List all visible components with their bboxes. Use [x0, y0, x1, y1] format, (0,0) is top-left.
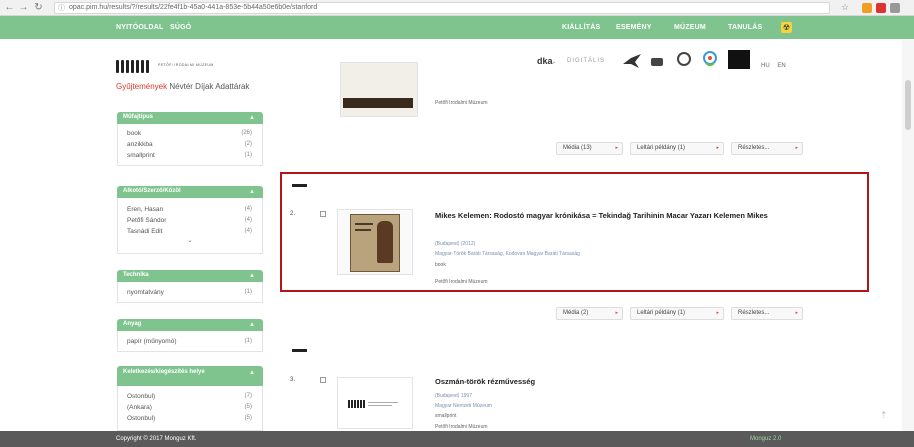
result-title[interactable]: Oszmán-török rézművesség — [435, 377, 535, 387]
color-logo-icon[interactable] — [703, 51, 717, 67]
facet-item[interactable]: Ostonbul) (5) — [118, 413, 262, 424]
bird-logo-icon[interactable] — [621, 50, 643, 72]
facet-item[interactable]: Ostonbul) (7) — [118, 391, 262, 402]
separator — [292, 349, 307, 352]
nav-museum[interactable]: MÚZEUM — [674, 16, 706, 39]
facet-body: Ostonbul) (7) (Ankara) (5) Ostonbul) (5) — [117, 386, 263, 431]
reload-icon[interactable]: ↻ — [33, 2, 44, 13]
result-publisher: Magyar Nemzeti Múzeum — [435, 403, 492, 409]
forward-icon[interactable]: → — [18, 2, 29, 13]
result-thumbnail[interactable] — [337, 209, 413, 275]
facet-item[interactable]: Eren, Hasan (4) — [118, 204, 262, 215]
facet-body: papír (műnyomó) (1) — [117, 331, 263, 352]
media-button[interactable]: Média (2) ▸ — [556, 307, 623, 320]
subnav: Gyűjtemények Névtér Díjak Adattárak — [116, 82, 249, 91]
facet-item[interactable]: Petőfi Sándor (4) — [118, 215, 262, 226]
site-navbar: NYITÓOLDAL SÚGÓ KIÁLLÍTÁS ESEMÉNY MÚZEUM… — [0, 16, 914, 39]
partner-logo-icon[interactable] — [651, 58, 663, 66]
subnav-awards[interactable]: Díjak — [195, 82, 213, 91]
subnav-archives[interactable]: Adattárak — [215, 82, 249, 91]
nav-home[interactable]: NYITÓOLDAL — [116, 16, 164, 39]
back-icon[interactable]: ← — [4, 2, 15, 13]
facet-header[interactable]: Alkotó/Szerző/Közöl ▲ — [117, 186, 263, 198]
lang-hu[interactable]: HU — [761, 63, 770, 69]
facet-body: Eren, Hasan (4) Petőfi Sándor (4) Tasnádi … — [117, 198, 263, 254]
facet-header[interactable]: Anyag ▲ — [117, 319, 263, 331]
media-button[interactable]: Média (13) ▸ — [556, 142, 623, 155]
details-button[interactable]: Részletes... ▸ — [731, 142, 803, 155]
footer-right[interactable]: Monguz 2.0 — [750, 431, 781, 447]
footer-copyright: Copyright © 2017 Monguz Kft. — [116, 436, 197, 442]
accessibility-icon[interactable]: ☢ — [781, 22, 792, 33]
result-publisher: Magyar-Török Baráti Társaság, Kodovan Ma… — [435, 251, 580, 257]
facet-item[interactable]: (Ankara) (5) — [118, 402, 262, 413]
browser-toolbar: ← → ↻ ⓘ opac.pim.hu/results/?/results/22… — [0, 0, 914, 16]
chevron-down-icon[interactable]: ⌄ — [118, 237, 262, 246]
facet-item[interactable]: Tasnádi Edit (4) — [118, 226, 262, 237]
partner-logo-digital[interactable]: DIGITÁLIS — [567, 58, 605, 64]
nav-learning[interactable]: TANULÁS — [728, 16, 762, 39]
result-type: book — [435, 262, 446, 268]
extension-icon[interactable] — [876, 3, 886, 13]
facet-item[interactable]: smallprint (1) — [118, 150, 262, 161]
result-title[interactable]: Mikes Kelemen: Rodostó magyar krónikása … — [435, 211, 775, 221]
subnav-collections[interactable]: Gyűjtemények — [116, 82, 167, 91]
address-bar[interactable]: ⓘ opac.pim.hu/results/?/results/22fe4f1b… — [54, 2, 830, 14]
scrollbar-thumb[interactable] — [905, 80, 911, 130]
facet-item[interactable]: nyomtatvány (1) — [118, 287, 262, 298]
result-date: (Budapest) 1997 — [435, 393, 472, 399]
footer: Copyright © 2017 Monguz Kft. Monguz 2.0 — [0, 431, 914, 447]
facet-body: book (26) anzikkba (2) smallprint (1) — [117, 124, 263, 166]
nav-exhibition[interactable]: KIÁLLÍTÁS — [562, 16, 600, 39]
facet-header[interactable]: Műfajtípus ▲ — [117, 112, 263, 124]
lang-en[interactable]: EN — [777, 63, 785, 69]
extension-icon[interactable] — [862, 3, 872, 13]
facet-body: nyomtatvány (1) — [117, 282, 263, 303]
black-logo-icon[interactable] — [728, 50, 750, 69]
result-owner: Petőfi Irodalmi Múzeum — [435, 100, 488, 106]
result-checkbox[interactable] — [320, 211, 326, 217]
result-thumbnail[interactable] — [340, 62, 418, 117]
extension-icon[interactable] — [890, 3, 900, 13]
result-index: 3. — [290, 377, 296, 383]
result-index: 2. — [290, 211, 296, 217]
info-icon: ⓘ — [58, 5, 65, 12]
museum-logo-icon[interactable] — [116, 57, 154, 73]
page: ← → ↻ ⓘ opac.pim.hu/results/?/results/22… — [0, 0, 914, 447]
result-checkbox[interactable] — [320, 377, 326, 383]
logo-text: PETŐFI IRODALMI MÚZEUM — [158, 63, 214, 67]
facet-header[interactable]: Keletkezés/kiegészítés helye ▲ — [117, 366, 263, 386]
inventory-button[interactable]: Leltári példány (1) ▸ — [630, 142, 724, 155]
star-icon[interactable]: ☆ — [841, 2, 849, 13]
details-button[interactable]: Részletes... ▸ — [731, 307, 803, 320]
nav-help[interactable]: SÚGÓ — [170, 16, 191, 39]
facet-header[interactable]: Technika ▲ — [117, 270, 263, 282]
result-thumbnail[interactable] — [337, 377, 413, 429]
result-type: smallprint — [435, 413, 457, 419]
subnav-names[interactable]: Névtér — [169, 82, 193, 91]
partner-logo-dka[interactable]: dka+ — [537, 56, 555, 66]
result-date: (Budapest) (2012) — [435, 241, 476, 247]
facet-item[interactable]: papír (műnyomó) (1) — [118, 336, 262, 347]
nav-event[interactable]: ESEMÉNY — [616, 16, 652, 39]
scroll-top-icon[interactable]: ⇡ — [880, 410, 888, 421]
result-owner: Petőfi Irodalmi Múzeum — [435, 279, 488, 285]
circle-logo-icon[interactable] — [677, 52, 691, 66]
facet-item[interactable]: anzikkba (2) — [118, 139, 262, 150]
inventory-button[interactable]: Leltári példány (1) ▸ — [630, 307, 724, 320]
language-switch: HU EN — [761, 63, 786, 69]
result-owner: Petőfi Irodalmi Múzeum — [435, 424, 488, 430]
facet-item[interactable]: book (26) — [118, 128, 262, 139]
address-text: opac.pim.hu/results/?/results/22fe4f1b-4… — [69, 4, 318, 11]
